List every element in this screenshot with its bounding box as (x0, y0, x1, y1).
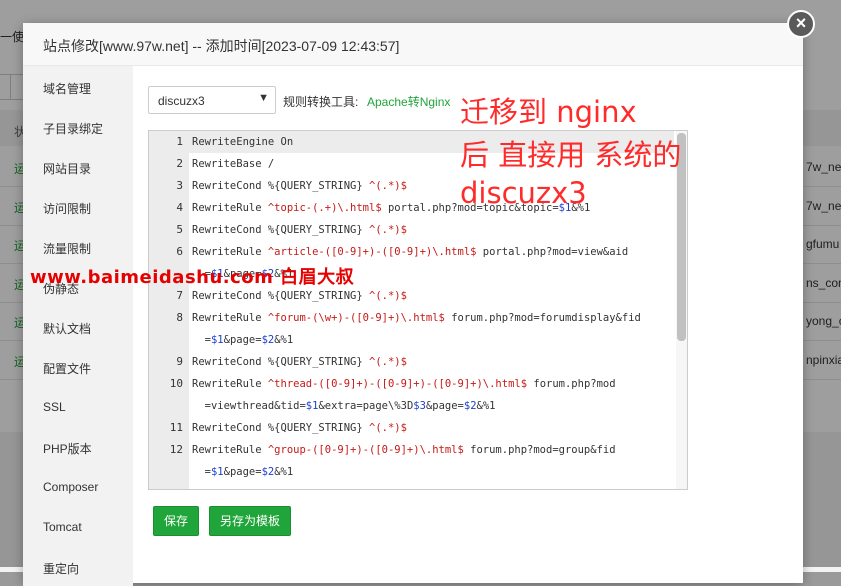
code-token: ^(.*)$ (369, 180, 407, 192)
dialog-title-bar: 站点修改[www.97w.net] -- 添加时间[2023-07-09 12:… (23, 23, 803, 66)
code-token: ^(.*)$ (369, 422, 407, 434)
line-number: 9 (176, 355, 183, 368)
code-token: $2 (463, 400, 477, 412)
line-number: 2 (176, 157, 183, 170)
code-token: $1 (305, 400, 319, 412)
code-line: RewriteRule ^thread-([0-9]+)-([0-9]+)-([… (192, 378, 616, 390)
settings-sidebar: 域名管理 子目录绑定 网站目录 访问限制 流量限制 伪静态 默认文档 配置文件 SSL PHP版本… (23, 66, 133, 586)
line-number: 11 (169, 421, 183, 434)
code-token: RewriteCond %{QUERY_STRING} (192, 224, 370, 236)
apache-to-nginx-link[interactable]: Apache转Nginx (367, 93, 450, 110)
code-token: RewriteRule (192, 444, 268, 456)
code-token: &page= (223, 466, 262, 478)
line-number: 8 (176, 311, 183, 324)
line-number: 3 (176, 179, 183, 192)
code-token: $2 (261, 466, 275, 478)
line-number: 5 (176, 223, 183, 236)
code-line: RewriteRule ^forum-(\w+)-([0-9]+)\.html$… (192, 312, 641, 324)
code-token: ^thread-([0-9]+)-([0-9]+)-([0-9]+)\.html… (267, 378, 528, 390)
rewrite-code-editor[interactable]: 1 RewriteEngine On 2 RewriteBase / 3 RewriteC… (148, 130, 688, 490)
code-line: RewriteCond %{QUERY_STRING} ^(.*)$ (192, 180, 407, 192)
code-token: RewriteRule (192, 246, 268, 258)
sidebar-item[interactable]: 子目录绑定 (43, 120, 103, 137)
code-token: ^article-([0-9]+)-([0-9]+)\.html$ (267, 246, 477, 258)
code-token: RewriteRule (192, 202, 268, 214)
code-token: ^group-([0-9]+)-([0-9]+)\.html$ (267, 444, 464, 456)
line-number: 6 (176, 245, 183, 258)
code-token: &%1 (274, 466, 294, 478)
code-token: = (192, 466, 211, 478)
sidebar-item[interactable]: 配置文件 (43, 360, 91, 377)
code-line: =viewthread&tid=$1&extra=page\%3D$3&page… (192, 400, 496, 412)
code-token: ^(.*)$ (369, 290, 407, 302)
sidebar-item[interactable]: 域名管理 (43, 80, 91, 97)
code-token: &page= (425, 400, 464, 412)
close-icon[interactable]: × (787, 10, 815, 38)
code-token: RewriteCond %{QUERY_STRING} (192, 356, 370, 368)
code-line: RewriteCond %{QUERY_STRING} ^(.*)$ (192, 224, 407, 236)
code-token: RewriteBase / (192, 158, 275, 170)
code-token: RewriteCond %{QUERY_STRING} (192, 290, 370, 302)
sidebar-item[interactable]: 流量限制 (43, 240, 91, 257)
code-token: $1 (210, 334, 224, 346)
dialog-title: 站点修改[www.97w.net] -- 添加时间[2023-07-09 12:… (43, 38, 400, 54)
annotation-line-1: 迁移到 nginx (460, 95, 637, 129)
code-line: RewriteBase / (192, 158, 274, 170)
sidebar-item[interactable]: Tomcat (43, 520, 82, 534)
code-token: ^(.*)$ (369, 356, 407, 368)
code-line: =$1&page=$2&%1 (192, 466, 294, 478)
code-line: RewriteRule ^article-([0-9]+)-([0-9]+)\.… (192, 246, 628, 258)
code-line: RewriteRule ^group-([0-9]+)-([0-9]+)\.ht… (192, 444, 616, 456)
code-token: $2 (261, 334, 275, 346)
select-value: discuzx3 (158, 94, 205, 108)
code-token: &page= (223, 334, 262, 346)
sidebar-item[interactable]: SSL (43, 400, 66, 414)
rule-convert-label: 规则转换工具: (283, 95, 359, 109)
sidebar-item[interactable]: 重定向 (43, 560, 79, 577)
code-token: RewriteCond %{QUERY_STRING} (192, 180, 370, 192)
chevron-down-icon: ▼ (258, 92, 269, 104)
code-token: forum.php?mod (527, 378, 616, 390)
line-number: 4 (176, 201, 183, 214)
code-token: forum.php?mod=group&fid (463, 444, 616, 456)
code-line: RewriteCond %{QUERY_STRING} ^(.*)$ (192, 290, 407, 302)
line-number: 7 (176, 289, 183, 302)
sidebar-item[interactable]: 网站目录 (43, 160, 91, 177)
code-token: &%1 (274, 334, 294, 346)
code-token: ^forum-(\w+)-([0-9]+)\.html$ (267, 312, 445, 324)
code-line: RewriteCond %{QUERY_STRING} ^(.*)$ (192, 422, 407, 434)
code-token: $3 (413, 400, 426, 412)
code-line: RewriteEngine On (192, 136, 293, 148)
annotation-line-3: discuzx3 (460, 176, 587, 210)
code-line: =$1&page=$2&%1 (192, 334, 294, 346)
save-as-template-button[interactable]: 另存为模板 (209, 506, 291, 536)
code-token: forum.php?mod=forumdisplay&fid (444, 312, 641, 324)
code-token: ^topic-(.+)\.html$ (267, 202, 382, 214)
code-token: =viewthread&tid= (192, 400, 306, 412)
site-edit-dialog: 站点修改[www.97w.net] -- 添加时间[2023-07-09 12:… (23, 23, 803, 586)
code-token: RewriteCond %{QUERY_STRING} (192, 422, 370, 434)
sidebar-item[interactable]: Composer (43, 480, 98, 494)
code-token: &%1 (476, 400, 496, 412)
code-token: RewriteRule (192, 312, 268, 324)
sidebar-item[interactable]: 默认文档 (43, 320, 91, 337)
code-line: RewriteCond %{QUERY_STRING} ^(.*)$ (192, 356, 407, 368)
code-token: = (192, 334, 211, 346)
sidebar-item[interactable]: 访问限制 (43, 200, 91, 217)
code-token: ^(.*)$ (369, 224, 407, 236)
code-token: portal.php?mod=view&aid (476, 246, 629, 258)
code-token: RewriteEngine On (192, 136, 294, 148)
code-token: &extra=page\%3D (318, 400, 414, 412)
line-number: 10 (169, 377, 183, 390)
code-token: RewriteRule (192, 378, 268, 390)
save-button[interactable]: 保存 (153, 506, 199, 536)
annotation-line-2: 后 直接用 系统的 (460, 138, 682, 172)
rewrite-template-select[interactable]: discuzx3 ▼ (148, 86, 276, 114)
sidebar-item[interactable]: PHP版本 (43, 440, 92, 457)
line-number: 12 (169, 443, 183, 456)
watermark: www.baimeidashu.com 白眉大叔 (30, 267, 355, 288)
line-number: 1 (176, 135, 183, 148)
code-token: $1 (210, 466, 224, 478)
